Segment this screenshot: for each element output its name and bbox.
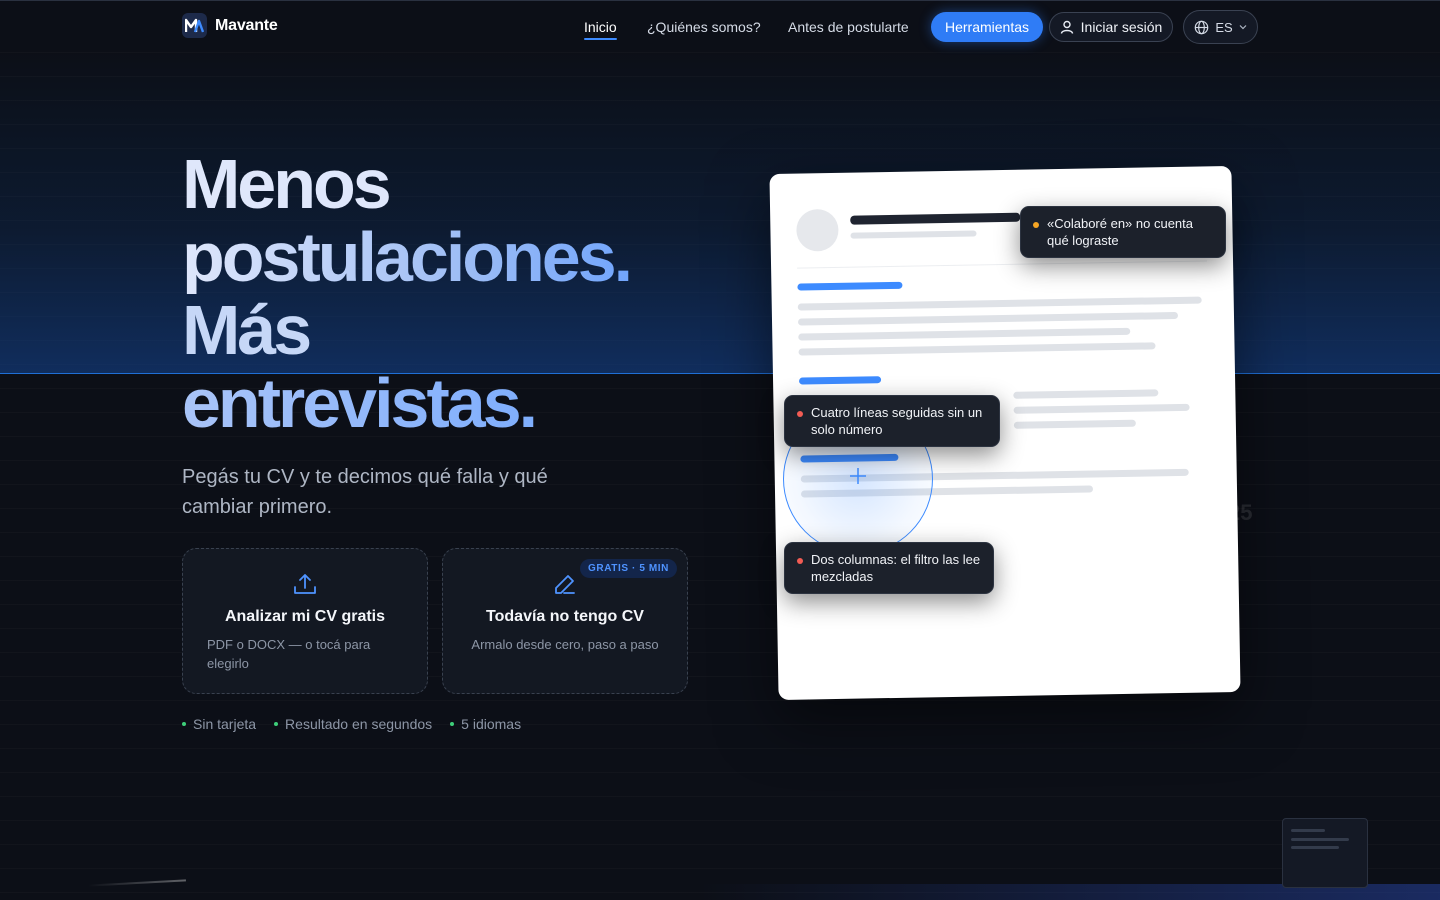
cv-line [850, 230, 977, 239]
plus-icon [850, 468, 866, 484]
hero-title-line: Más [182, 291, 312, 369]
cv-section-heading [799, 376, 882, 385]
warning-dot-icon [1033, 222, 1039, 228]
chevron-down-icon [1239, 25, 1247, 30]
cv-tip-text: Dos columnas: el filtro las lee mezclada… [811, 552, 981, 584]
cv-line [1013, 419, 1136, 429]
hero-title-line: entrevistas. [182, 367, 702, 440]
language-selector[interactable]: ES [1183, 10, 1258, 44]
user-icon [1060, 20, 1073, 34]
login-button[interactable]: Iniciar sesión [1049, 12, 1173, 42]
cv-tip-text: «Colaboré en» no cuenta qué lograste [1047, 216, 1194, 248]
hero-title: Menos postulaciones. Más entrevistas. [182, 148, 702, 440]
decorative-mini-card [1282, 818, 1368, 888]
create-cv-desc: Armalo desde cero, paso a paso [471, 637, 659, 652]
tools-button[interactable]: Herramientas [931, 12, 1043, 42]
hero-subtitle: Pegás tu CV y te decimos qué falla y qué… [182, 466, 548, 518]
nav-link-antes-de-postularte[interactable]: Antes de postularte [788, 19, 909, 35]
cv-tip: Cuatro líneas seguidas sin un solo númer… [784, 395, 1000, 447]
cv-line [1013, 403, 1190, 414]
bullet-dot-icon [274, 722, 279, 726]
upload-icon [294, 574, 316, 594]
hero-title-line: Menos [182, 145, 392, 223]
cv-section-heading [797, 281, 903, 291]
nav-link-quienes-somos[interactable]: ¿Quiénes somos? [647, 19, 761, 35]
error-dot-icon [797, 411, 803, 417]
perk-label: Resultado en segundos [285, 716, 433, 732]
cv-line [798, 327, 1131, 341]
perk-item: Sin tarjeta [182, 716, 256, 732]
hero-title-line: postulaciones. [182, 221, 702, 294]
top-navbar: Mavante Inicio ¿Quiénes somos? Antes de … [0, 0, 1440, 52]
cv-avatar [796, 208, 839, 252]
bullet-dot-icon [182, 722, 186, 726]
free-badge: GRATIS · 5 MIN [580, 559, 677, 578]
cv-tip: Dos columnas: el filtro las lee mezclada… [784, 542, 994, 594]
globe-icon [1195, 20, 1209, 34]
language-label: ES [1215, 19, 1233, 35]
login-label: Iniciar sesión [1080, 19, 1163, 35]
brand-link[interactable]: Mavante [182, 13, 278, 38]
analyze-cv-card[interactable]: Analizar mi CV gratis PDF o DOCX — o toc… [182, 548, 428, 694]
cv-line [797, 311, 1179, 326]
cv-name-line [850, 212, 1021, 225]
pencil-icon [555, 575, 575, 594]
perk-label: 5 idiomas [461, 716, 522, 732]
cv-divider [797, 260, 1208, 269]
create-cv-card[interactable]: GRATIS · 5 MIN Todavía no tengo CV Armal… [442, 548, 688, 694]
brand-name: Mavante [215, 16, 278, 34]
cv-line [1013, 389, 1159, 399]
cv-tip: «Colaboré en» no cuenta qué lograste [1020, 206, 1226, 258]
perk-label: Sin tarjeta [193, 716, 257, 732]
create-cv-title: Todavía no tengo CV [486, 608, 644, 625]
perks-list: Sin tarjeta Resultado en segundos 5 idio… [182, 716, 521, 732]
cv-line [798, 342, 1156, 356]
analyze-cv-desc: PDF o DOCX — o tocá para elegirlo [207, 637, 371, 671]
cv-line [797, 296, 1202, 311]
perk-item: Resultado en segundos [274, 716, 432, 732]
perk-item: 5 idiomas [450, 716, 521, 732]
cv-tip-text: Cuatro líneas seguidas sin un solo númer… [811, 405, 983, 437]
bullet-dot-icon [450, 722, 455, 726]
analyze-cv-title: Analizar mi CV gratis [224, 608, 386, 625]
brand-logo-icon [182, 13, 207, 38]
nav-link-inicio[interactable]: Inicio [584, 19, 617, 40]
error-dot-icon [797, 558, 803, 564]
